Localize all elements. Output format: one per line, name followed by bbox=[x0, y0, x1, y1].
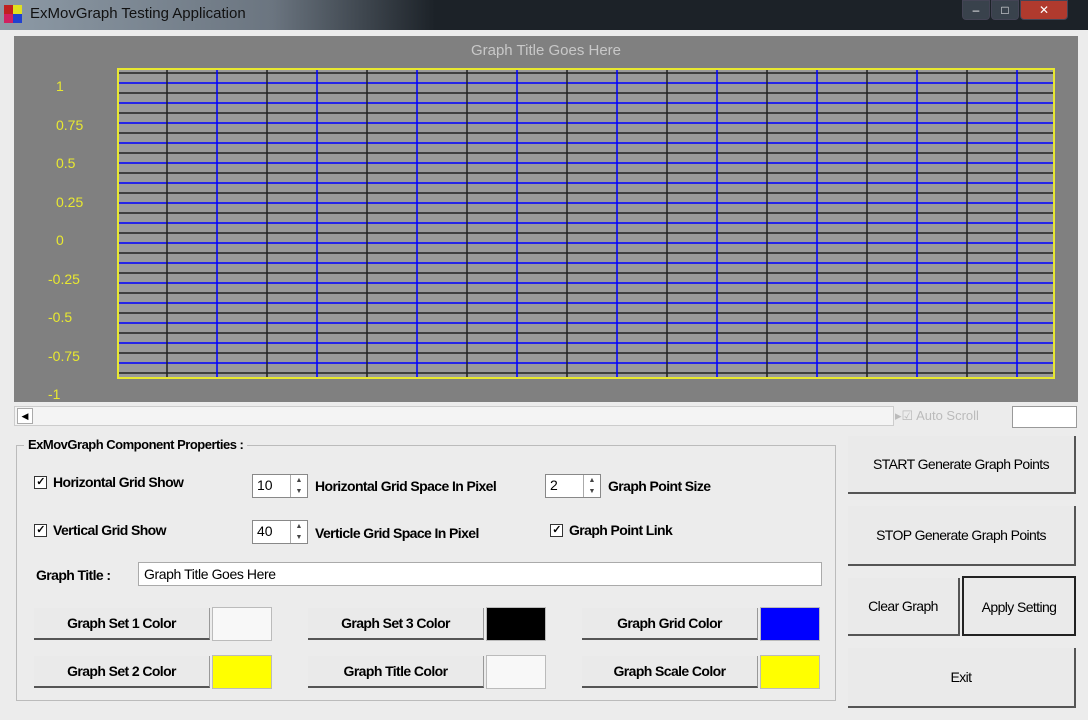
horizontal-grid-space-stepper[interactable]: 10 ▲ ▼ bbox=[252, 474, 308, 498]
checkbox-label: Vertical Grid Show bbox=[53, 522, 167, 538]
y-axis-label: -0.25 bbox=[48, 270, 80, 287]
graph-title-color-swatch[interactable] bbox=[486, 655, 546, 689]
y-axis-label: -0.75 bbox=[48, 347, 80, 364]
graph-point-size-stepper[interactable]: 2 ▲ ▼ bbox=[545, 474, 601, 498]
graph-scale-color-button[interactable]: Graph Scale Color bbox=[582, 656, 758, 688]
graph-set-1-color-swatch[interactable] bbox=[212, 607, 272, 641]
close-button[interactable]: ✕ bbox=[1020, 0, 1068, 20]
auto-scroll-label: Auto Scroll bbox=[916, 408, 979, 423]
stepper-value: 2 bbox=[550, 477, 558, 493]
spin-arrows-icon[interactable]: ▲ ▼ bbox=[290, 475, 307, 497]
exit-button[interactable]: Exit bbox=[848, 648, 1076, 708]
spin-arrows-icon[interactable]: ▲ ▼ bbox=[583, 475, 600, 497]
check-icon: ✓ bbox=[34, 475, 47, 489]
graph-panel: Graph Title Goes Here 1 0.75 0.5 0.25 0 -0.25… bbox=[14, 36, 1078, 402]
start-generate-button[interactable]: START Generate Graph Points bbox=[848, 436, 1076, 494]
apply-setting-button[interactable]: Apply Setting bbox=[962, 576, 1076, 636]
graph-point-link-checkbox[interactable]: ✓ Graph Point Link bbox=[550, 522, 673, 538]
graph-scale-color-swatch[interactable] bbox=[760, 655, 820, 689]
stepper-value: 40 bbox=[257, 523, 273, 539]
graph-set-2-color-button[interactable]: Graph Set 2 Color bbox=[34, 656, 210, 688]
graph-grid-color-button[interactable]: Graph Grid Color bbox=[582, 608, 758, 640]
maximize-button[interactable]: □ bbox=[991, 0, 1019, 20]
plot-area bbox=[117, 68, 1055, 379]
y-axis-label: 0.5 bbox=[56, 155, 76, 171]
check-icon: ✓ bbox=[550, 523, 563, 537]
y-axis-label: 0.25 bbox=[56, 193, 84, 210]
window-title: ExMovGraph Testing Application bbox=[30, 5, 246, 22]
graph-set-2-color-swatch[interactable] bbox=[212, 655, 272, 689]
checkbox-label: Graph Point Link bbox=[569, 522, 673, 538]
graph-title-input[interactable]: Graph Title Goes Here bbox=[138, 562, 822, 586]
graph-set-1-color-button[interactable]: Graph Set 1 Color bbox=[34, 608, 210, 640]
check-icon: ✓ bbox=[34, 523, 47, 537]
app-icon bbox=[4, 5, 22, 23]
horizontal-scrollbar[interactable]: ◀ bbox=[14, 406, 894, 426]
graph-title-color-button[interactable]: Graph Title Color bbox=[308, 656, 484, 688]
graph-title-label: Graph Title : bbox=[36, 567, 111, 583]
vertical-grid-space-stepper[interactable]: 40 ▲ ▼ bbox=[252, 520, 308, 544]
y-axis-label: -0.5 bbox=[48, 309, 73, 325]
y-axis-label: 0.75 bbox=[56, 116, 84, 133]
y-axis-label: 0 bbox=[56, 232, 64, 248]
horizontal-grid-show-checkbox[interactable]: ✓ Horizontal Grid Show bbox=[34, 474, 184, 490]
graph-point-size-label: Graph Point Size bbox=[608, 478, 711, 494]
properties-group-title: ExMovGraph Component Properties : bbox=[24, 437, 248, 452]
spin-arrows-icon[interactable]: ▲ ▼ bbox=[290, 521, 307, 543]
clear-graph-button[interactable]: Clear Graph bbox=[848, 578, 960, 636]
graph-title: Graph Title Goes Here bbox=[470, 42, 622, 59]
scroll-left-icon[interactable]: ◀ bbox=[17, 408, 33, 424]
y-axis-label: -1 bbox=[48, 386, 61, 402]
stepper-value: 10 bbox=[257, 477, 273, 493]
graph-set-3-color-swatch[interactable] bbox=[486, 607, 546, 641]
vertical-grid-space-label: Verticle Grid Space In Pixel bbox=[315, 525, 479, 541]
horizontal-grid-space-label: Horizontal Grid Space In Pixel bbox=[315, 478, 497, 494]
graph-set-3-color-button[interactable]: Graph Set 3 Color bbox=[308, 608, 484, 640]
title-bar: ExMovGraph Testing Application – □ ✕ bbox=[0, 0, 1088, 30]
checkbox-label: Horizontal Grid Show bbox=[53, 474, 184, 490]
y-axis-label: 1 bbox=[56, 78, 64, 94]
graph-grid-color-swatch[interactable] bbox=[760, 607, 820, 641]
stop-generate-button[interactable]: STOP Generate Graph Points bbox=[848, 506, 1076, 566]
vertical-grid-show-checkbox[interactable]: ✓ Vertical Grid Show bbox=[34, 522, 167, 538]
auto-scroll-field[interactable] bbox=[1012, 406, 1077, 428]
minimize-button[interactable]: – bbox=[962, 0, 990, 20]
auto-scroll-checkbox[interactable]: ▸☑ Auto Scroll bbox=[895, 408, 979, 424]
